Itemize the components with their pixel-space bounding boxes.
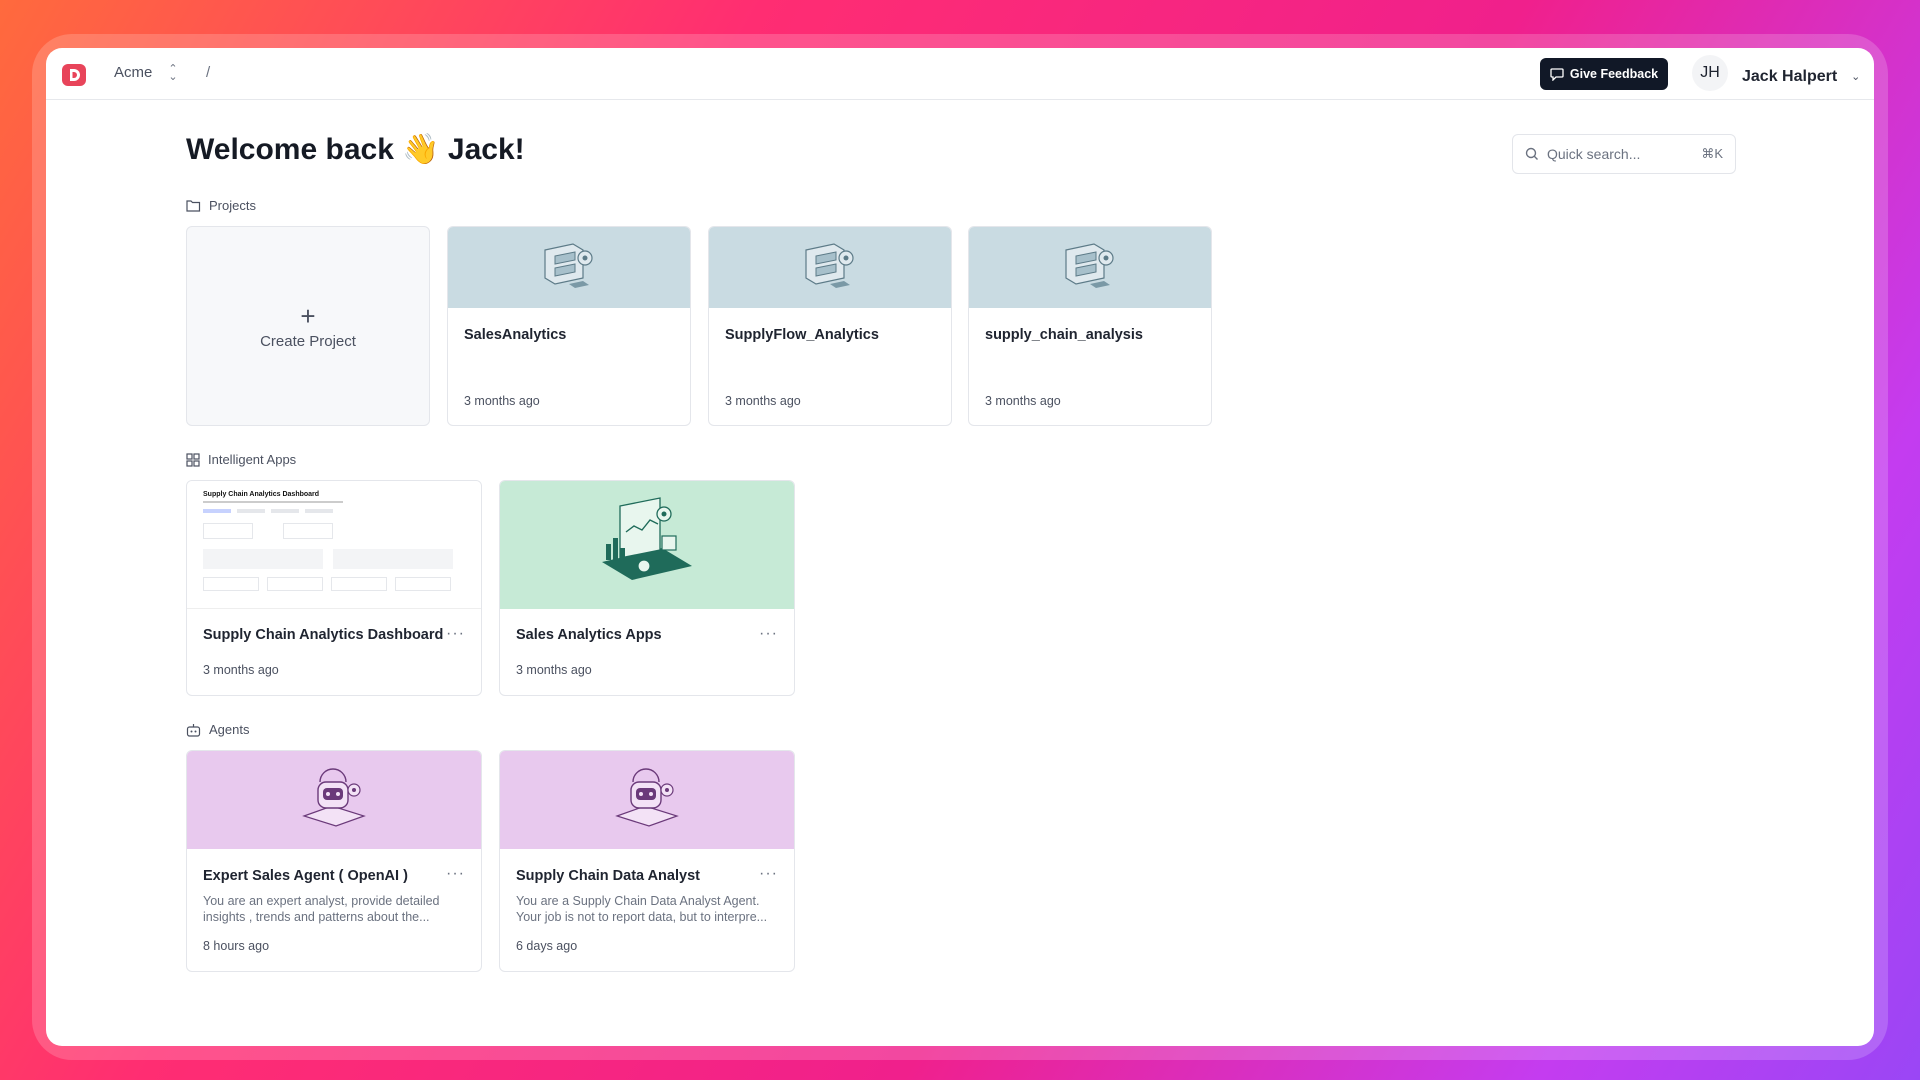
agents-section-label: Agents bbox=[186, 722, 249, 737]
project-name: supply_chain_analysis bbox=[985, 327, 1143, 343]
agent-card[interactable]: Supply Chain Data Analyst ··· You are a … bbox=[499, 750, 795, 972]
robot-icon bbox=[615, 768, 679, 827]
app-card[interactable]: Supply Chain Analytics Dashboard Supply … bbox=[186, 480, 482, 696]
analytics-dashboard-icon bbox=[602, 497, 692, 580]
project-card[interactable]: SalesAnalytics 3 months ago bbox=[447, 226, 691, 426]
bot-icon bbox=[186, 723, 201, 737]
grid-icon bbox=[186, 452, 200, 467]
project-illustration bbox=[709, 227, 951, 308]
breadcrumb-separator: / bbox=[206, 64, 211, 81]
project-name: SupplyFlow_Analytics bbox=[725, 327, 879, 343]
quick-search[interactable]: ⌘K bbox=[1512, 134, 1736, 174]
feedback-label: Give Feedback bbox=[1569, 67, 1659, 81]
plus-icon: + bbox=[300, 300, 316, 331]
avatar: JH bbox=[1692, 55, 1728, 91]
app-time: 3 months ago bbox=[203, 663, 279, 677]
chevron-up-down-icon: ⌃ ⌄ bbox=[168, 62, 178, 83]
app-window: Acme ⌃ ⌄ / Give Feedback JH Jack Halpert … bbox=[46, 48, 1874, 1046]
search-icon bbox=[1525, 147, 1538, 160]
org-switcher[interactable]: Acme ⌃ ⌄ bbox=[114, 62, 178, 83]
dashboard-gear-icon bbox=[1065, 242, 1114, 288]
folder-icon bbox=[186, 200, 201, 212]
agent-card[interactable]: Expert Sales Agent ( OpenAI ) ··· You ar… bbox=[186, 750, 482, 972]
search-shortcut: ⌘K bbox=[1701, 146, 1723, 161]
app-card[interactable]: Sales Analytics Apps ··· 3 months ago bbox=[499, 480, 795, 696]
project-time: 3 months ago bbox=[725, 394, 801, 408]
agent-description: You are a Supply Chain Data Analyst Agen… bbox=[516, 894, 768, 924]
give-feedback-button[interactable]: Give Feedback bbox=[1540, 58, 1668, 90]
agent-time: 8 hours ago bbox=[203, 939, 270, 953]
dashboard-gear-icon bbox=[544, 242, 593, 288]
preview-title: Supply Chain Analytics Dashboard bbox=[203, 491, 320, 498]
user-name: Jack Halpert bbox=[1742, 67, 1838, 85]
agent-time: 6 days ago bbox=[516, 939, 578, 953]
project-illustration bbox=[969, 227, 1211, 308]
create-project-label: Create Project bbox=[260, 332, 356, 350]
search-input[interactable] bbox=[1547, 146, 1694, 162]
message-icon bbox=[1550, 68, 1564, 81]
project-time: 3 months ago bbox=[464, 394, 540, 408]
app-logo-icon[interactable] bbox=[62, 64, 86, 86]
more-options-icon[interactable]: ··· bbox=[446, 865, 465, 883]
org-name: Acme bbox=[114, 64, 153, 81]
robot-icon bbox=[302, 768, 366, 827]
create-project-card[interactable]: + Create Project bbox=[186, 226, 430, 426]
projects-section-label: Projects bbox=[186, 198, 256, 213]
agent-illustration bbox=[187, 751, 481, 849]
chevron-down-icon: ⌄ bbox=[1851, 71, 1861, 83]
more-options-icon[interactable]: ··· bbox=[759, 865, 778, 883]
app-time: 3 months ago bbox=[516, 663, 592, 677]
user-menu[interactable]: JH Jack Halpert ⌄ bbox=[1692, 55, 1861, 91]
dashboard-preview-thumbnail: Supply Chain Analytics Dashboard bbox=[187, 481, 481, 608]
project-time: 3 months ago bbox=[985, 394, 1061, 408]
project-card[interactable]: supply_chain_analysis 3 months ago bbox=[968, 226, 1212, 426]
app-preview: Supply Chain Analytics Dashboard bbox=[187, 481, 481, 609]
more-options-icon[interactable]: ··· bbox=[759, 625, 778, 643]
app-name: Sales Analytics Apps bbox=[516, 627, 662, 643]
agent-illustration bbox=[500, 751, 794, 849]
project-illustration bbox=[448, 227, 690, 308]
top-bar: Acme ⌃ ⌄ / Give Feedback JH Jack Halpert … bbox=[46, 48, 1874, 100]
more-options-icon[interactable]: ··· bbox=[446, 625, 465, 643]
project-name: SalesAnalytics bbox=[464, 327, 567, 343]
apps-section-label: Intelligent Apps bbox=[186, 452, 296, 467]
app-name: Supply Chain Analytics Dashboard bbox=[203, 627, 444, 643]
dashboard-gear-icon bbox=[805, 242, 854, 288]
app-illustration bbox=[500, 481, 794, 609]
project-card[interactable]: SupplyFlow_Analytics 3 months ago bbox=[708, 226, 952, 426]
agent-name: Supply Chain Data Analyst bbox=[516, 868, 700, 884]
agent-name: Expert Sales Agent ( OpenAI ) bbox=[203, 868, 408, 884]
page-title: Welcome back 👋 Jack! bbox=[186, 133, 525, 166]
agent-description: You are an expert analyst, provide detai… bbox=[203, 894, 440, 924]
